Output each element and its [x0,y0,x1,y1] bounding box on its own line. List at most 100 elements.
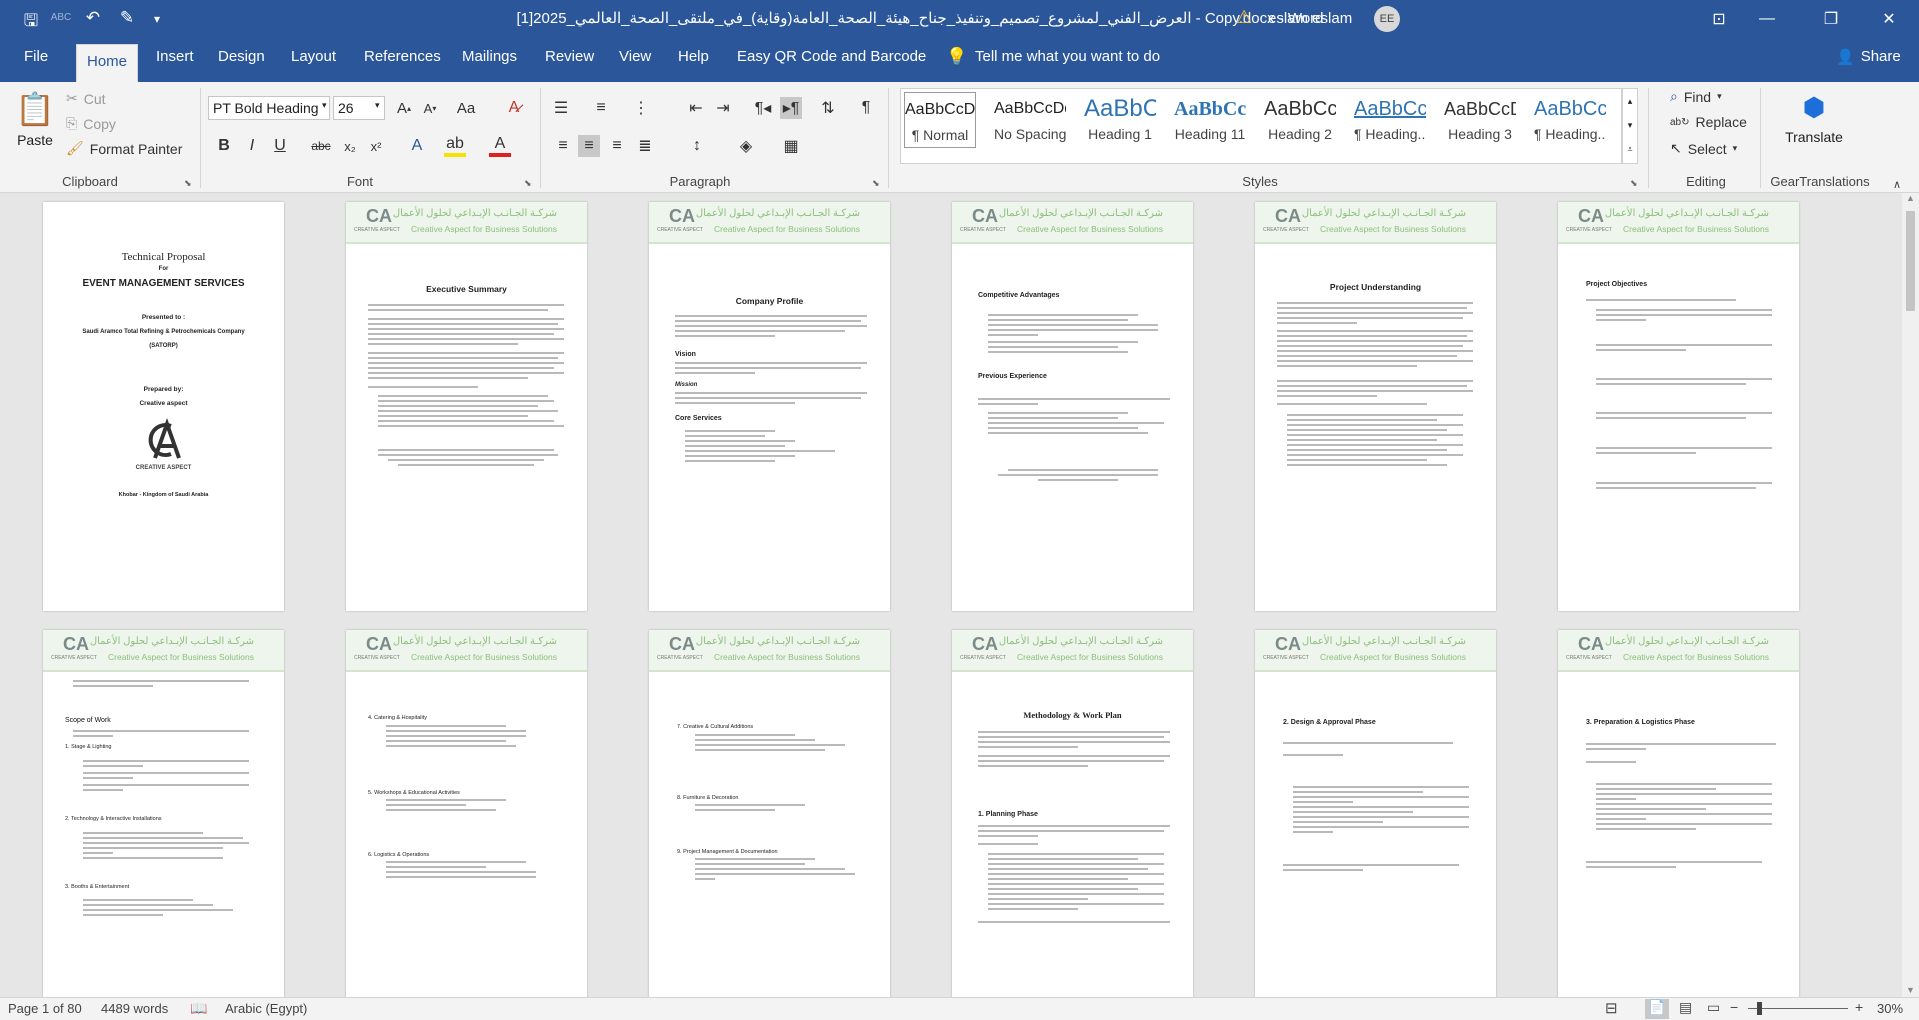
align-left-icon[interactable]: ≡ [552,135,574,157]
page-competitive-advantages[interactable]: CA CREATIVE ASPECT شركـة الجـانـب الإبـدا… [952,202,1193,611]
tab-design[interactable]: Design [218,48,265,65]
tab-help[interactable]: Help [678,48,709,65]
zoom-level[interactable]: 30% [1877,1001,1903,1016]
document-canvas[interactable]: Technical Proposal For EVENT MANAGEMENT … [0,193,1919,997]
bullets-icon[interactable]: ☰ [550,97,572,119]
undo-icon[interactable]: ↶ [80,8,106,28]
page-design-approval[interactable]: CA CREATIVE ASPECT شركـة الجـانـب الإبـدا… [1255,630,1496,997]
dialog-launcher-icon[interactable]: ⬊ [524,178,532,189]
page-preparation-logistics[interactable]: CA CREATIVE ASPECT شركـة الجـانـب الإبـدا… [1558,630,1799,997]
user-name[interactable]: eslam eslam [1268,10,1352,27]
page-executive-summary[interactable]: CA CREATIVE ASPECT شركـة الجـانـب الإبـدا… [346,202,587,611]
highlight-icon[interactable]: ab [444,135,466,157]
ribbon-display-icon[interactable]: ⊡ [1696,0,1742,38]
zoom-slider[interactable] [1748,1008,1848,1009]
sort-icon[interactable]: ⇅ [817,97,839,119]
page-company-profile[interactable]: CA CREATIVE ASPECT شركـة الجـانـب الإبـدا… [649,202,890,611]
subscript-icon[interactable]: x₂ [339,135,361,157]
align-center-icon[interactable]: ≡ [578,135,600,157]
replace-button[interactable]: ab↻ Replace [1670,114,1747,130]
style-heading-11[interactable]: AaBbCc Heading 11 [1174,92,1246,148]
paste-button[interactable]: 📋 Paste [12,90,58,170]
page-creative-additions[interactable]: CA CREATIVE ASPECT شركـة الجـانـب الإبـدا… [649,630,890,997]
show-formatting-icon[interactable]: ¶ [855,97,877,119]
align-right-icon[interactable]: ≡ [606,135,628,157]
line-spacing-icon[interactable]: ↕ [686,135,708,157]
page-scope-of-work[interactable]: CA CREATIVE ASPECT شركـة الجـانـب الإبـدا… [43,630,284,997]
tab-view[interactable]: View [619,48,651,65]
find-button[interactable]: ⌕ Find ▾ [1670,88,1722,105]
web-layout-icon[interactable]: ▭ [1707,999,1720,1016]
style-heading-linked-2[interactable]: AaBbCc ¶ Heading... [1534,92,1606,148]
tab-qr-code[interactable]: Easy QR Code and Barcode [737,48,926,65]
increase-indent-icon[interactable]: ⇥ [712,97,734,119]
page-methodology[interactable]: CA CREATIVE ASPECT شركـة الجـانـب الإبـدا… [952,630,1193,997]
page-cover[interactable]: Technical Proposal For EVENT MANAGEMENT … [43,202,284,611]
tab-mailings[interactable]: Mailings [462,48,517,65]
print-layout-icon[interactable]: ▤ [1679,999,1692,1016]
page-project-objectives[interactable]: CA CREATIVE ASPECT شركـة الجـانـب الإبـدا… [1558,202,1799,611]
tab-home[interactable]: Home [76,44,139,82]
tab-insert[interactable]: Insert [156,48,194,65]
page-count[interactable]: Page 1 of 80 [8,1001,82,1016]
zoom-out-icon[interactable]: − [1730,999,1738,1015]
change-case-icon[interactable]: Aa [455,97,477,119]
focus-mode-icon[interactable]: ⊟ [1605,999,1618,1017]
font-name-select[interactable]: PT Bold Heading [208,96,330,120]
underline-icon[interactable]: U [269,135,291,157]
chevron-down-icon[interactable]: ▾ [375,100,380,111]
italic-icon[interactable]: I [241,135,263,157]
chevron-down-icon[interactable]: ▾ [322,100,327,111]
page-catering[interactable]: CA CREATIVE ASPECT شركـة الجـانـب الإبـدا… [346,630,587,997]
shrink-font-icon[interactable]: A ▾ [419,97,441,119]
customize-qat-icon[interactable]: ▾ [144,12,170,26]
tell-me-search[interactable]: Tell me what you want to do [975,48,1160,65]
share-button[interactable]: 👤 Share [1836,48,1901,66]
zoom-in-icon[interactable]: + [1855,999,1863,1015]
style-heading-linked[interactable]: AaBbCc ¶ Heading... [1354,92,1426,148]
redo-icon[interactable]: ✎ [114,8,140,28]
shading-icon[interactable]: ◈ [735,135,757,157]
cut-button[interactable]: ✂ Cut [66,90,106,107]
multilevel-list-icon[interactable]: ⋮ [630,97,652,119]
style-heading-1[interactable]: AaBbC Heading 1 [1084,92,1156,148]
clear-formatting-icon[interactable]: A̷ [503,97,525,119]
ltr-icon[interactable]: ▸¶ [780,97,802,119]
tab-layout[interactable]: Layout [291,48,336,65]
tab-review[interactable]: Review [545,48,594,65]
avatar[interactable]: EE [1374,6,1400,32]
collapse-ribbon-icon[interactable]: ∧ [1893,178,1901,191]
proofing-icon[interactable]: 📖 [190,1000,207,1017]
spelling-icon[interactable]: ABC [48,12,74,23]
read-mode-icon[interactable]: 📄 [1645,999,1669,1019]
tab-file[interactable]: File [24,48,48,65]
styles-scroll[interactable]: ▴ ▾ ⩡ [1622,88,1638,164]
justify-icon[interactable]: ≣ [634,135,656,157]
copy-button[interactable]: ⎘ Copy [66,115,116,132]
vertical-scrollbar[interactable]: ▲ ▼ [1902,193,1919,997]
close-icon[interactable]: ✕ [1866,0,1912,38]
bold-icon[interactable]: B [213,135,235,157]
warning-icon[interactable]: ⚠ [1236,7,1252,28]
page-project-understanding[interactable]: CA CREATIVE ASPECT شركـة الجـانـب الإبـدا… [1255,202,1496,611]
dialog-launcher-icon[interactable]: ⬊ [1630,178,1638,189]
dialog-launcher-icon[interactable]: ⬊ [872,178,880,189]
dialog-launcher-icon[interactable]: ⬊ [184,178,192,189]
format-painter-button[interactable]: 🖌 Format Painter [66,140,182,157]
select-button[interactable]: ↖ Select ▾ [1670,140,1737,157]
text-effects-icon[interactable]: A [406,135,428,157]
scroll-up-icon[interactable]: ▲ [1902,193,1919,203]
numbering-icon[interactable]: ≡ [590,97,612,119]
style-heading-3[interactable]: AaBbCcD Heading 3 [1444,92,1516,148]
save-icon[interactable]: 🖫 [18,8,44,37]
superscript-icon[interactable]: x² [365,135,387,157]
tab-references[interactable]: References [364,48,441,65]
borders-icon[interactable]: ▦ [780,135,802,157]
translate-button[interactable]: ⬢ Translate [1766,92,1862,145]
font-color-icon[interactable]: A [489,135,511,157]
decrease-indent-icon[interactable]: ⇤ [685,97,707,119]
scroll-thumb[interactable] [1906,211,1915,311]
zoom-slider-thumb[interactable] [1757,1002,1763,1015]
scroll-down-icon[interactable]: ▼ [1902,985,1919,995]
style-normal[interactable]: AaBbCcDd ¶ Normal [904,92,976,148]
